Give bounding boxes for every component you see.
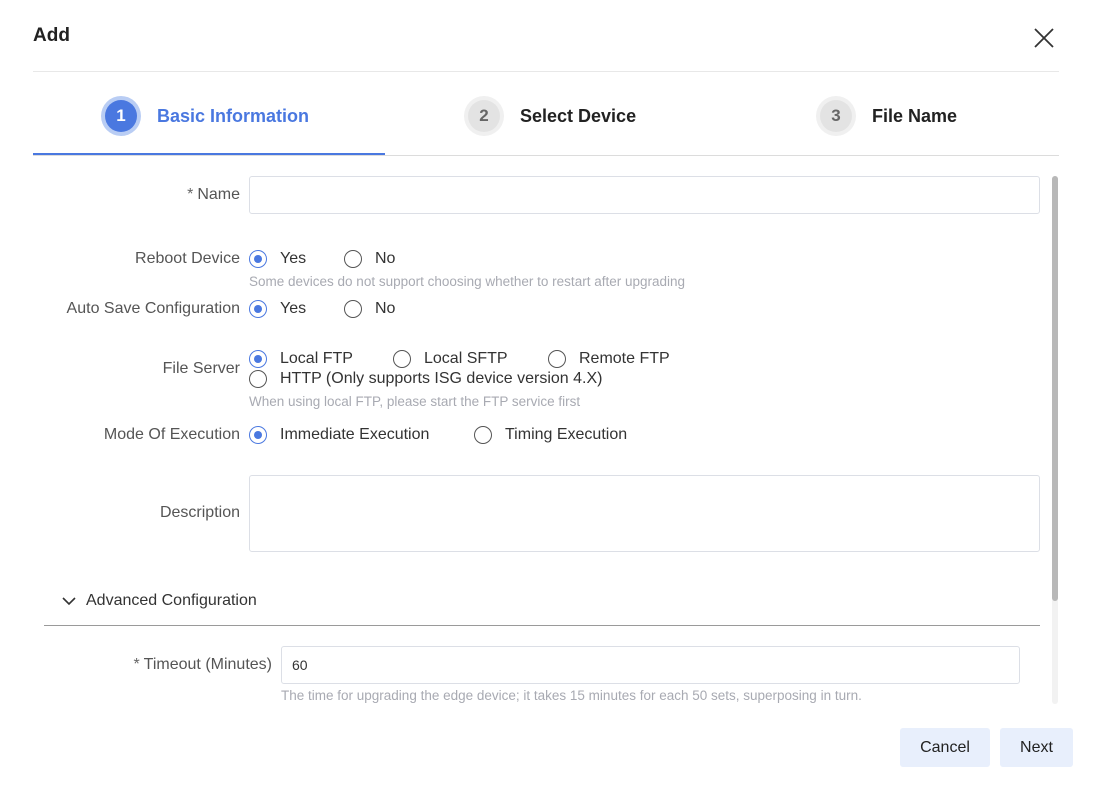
description-textarea[interactable] (249, 475, 1040, 552)
name-input[interactable] (249, 176, 1040, 214)
cancel-button[interactable]: Cancel (900, 728, 990, 767)
form-scrollbar[interactable] (1052, 176, 1058, 704)
radio-unchecked-icon (474, 426, 492, 444)
steps-track (33, 155, 1059, 156)
reboot-yes-radio[interactable]: Yes (249, 250, 306, 268)
step-select-device[interactable]: 2 Select Device (468, 96, 636, 136)
radio-unchecked-icon (393, 350, 411, 368)
radio-unchecked-icon (249, 370, 267, 388)
close-button[interactable] (1030, 24, 1058, 52)
header-divider (33, 71, 1059, 72)
step-1-label: Basic Information (157, 105, 310, 126)
file-server-remote-ftp-radio[interactable]: Remote FTP (548, 350, 670, 368)
timing-execution-radio[interactable]: Timing Execution (474, 426, 627, 444)
description-label: Description (159, 504, 240, 521)
auto-save-no-radio[interactable]: No (344, 300, 395, 318)
timeout-hint: The time for upgrading the edge device; … (281, 688, 862, 703)
chevron-down-icon (62, 597, 76, 606)
mode-of-execution-label: Mode Of Execution (103, 426, 240, 443)
required-mark: * (187, 186, 194, 203)
file-server-local-sftp-radio[interactable]: Local SFTP (393, 350, 508, 368)
reboot-device-label: Reboot Device (135, 250, 240, 267)
step-2-number: 2 (468, 100, 500, 132)
timeout-label: * Timeout (Minutes) (133, 656, 272, 673)
step-basic-information[interactable]: 1 Basic Information (105, 96, 309, 136)
radio-unchecked-icon (344, 300, 362, 318)
advanced-configuration-label: Advanced Configuration (86, 592, 257, 609)
dialog-title: Add (33, 25, 70, 46)
step-3-number: 3 (820, 100, 852, 132)
radio-checked-icon (249, 426, 267, 444)
add-dialog: Add 1 Basic Information 2 Select Device … (0, 0, 1097, 792)
radio-checked-icon (249, 350, 267, 368)
auto-save-label: Auto Save Configuration (66, 300, 240, 317)
file-server-label: File Server (162, 360, 240, 377)
file-server-local-ftp-radio[interactable]: Local FTP (249, 350, 353, 368)
timeout-input[interactable] (281, 646, 1020, 684)
reboot-no-radio[interactable]: No (344, 250, 395, 268)
radio-unchecked-icon (344, 250, 362, 268)
required-mark: * (133, 656, 140, 673)
advanced-configuration-toggle[interactable]: Advanced Configuration (60, 592, 257, 610)
step-2-label: Select Device (520, 105, 637, 126)
reboot-device-hint: Some devices do not support choosing whe… (249, 274, 686, 289)
next-button[interactable]: Next (1000, 728, 1073, 767)
radio-checked-icon (249, 300, 267, 318)
step-1-number: 1 (105, 100, 137, 132)
auto-save-yes-radio[interactable]: Yes (249, 300, 306, 318)
name-label: * Name (187, 186, 240, 203)
advanced-divider (44, 625, 1040, 626)
radio-unchecked-icon (548, 350, 566, 368)
file-server-hint: When using local FTP, please start the F… (249, 394, 581, 409)
stepper: 1 Basic Information 2 Select Device 3 Fi… (33, 86, 1059, 156)
step-3-label: File Name (872, 105, 958, 126)
radio-checked-icon (249, 250, 267, 268)
file-server-http-radio[interactable]: HTTP (Only supports ISG device version 4… (249, 370, 602, 388)
scrollbar-thumb[interactable] (1052, 176, 1058, 601)
immediate-execution-radio[interactable]: Immediate Execution (249, 426, 429, 444)
close-icon (1034, 28, 1054, 48)
steps-active-indicator (33, 153, 385, 155)
step-file-name[interactable]: 3 File Name (820, 96, 957, 136)
